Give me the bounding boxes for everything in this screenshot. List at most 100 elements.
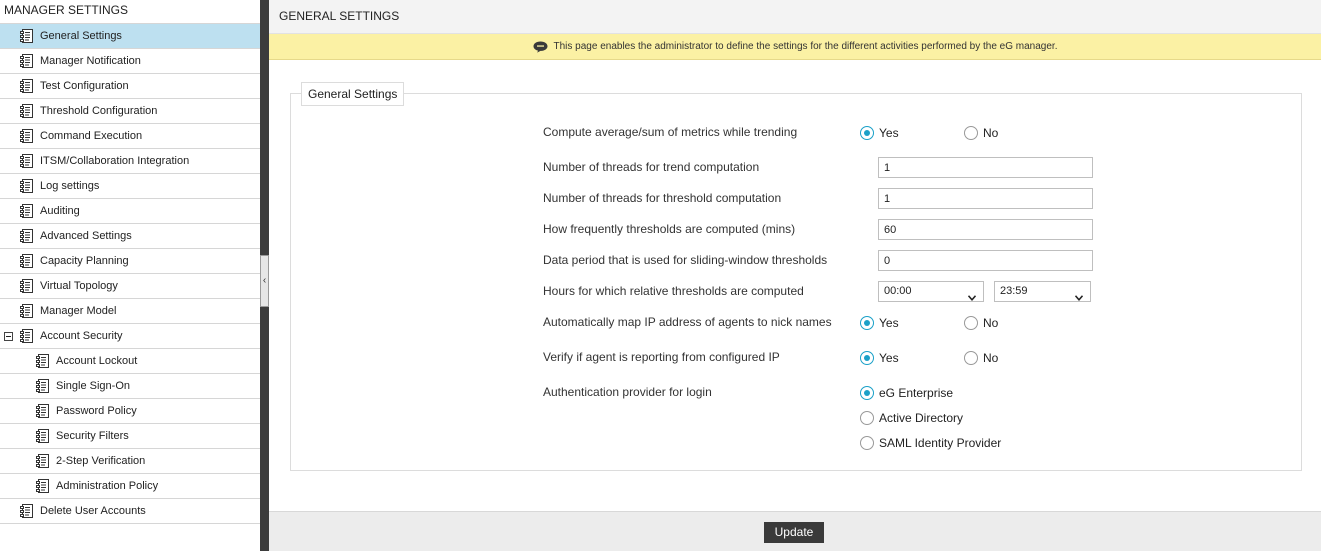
- sidebar-item-general-settings[interactable]: General Settings: [0, 24, 260, 49]
- document-icon: [20, 278, 35, 297]
- sidebar-item-label: Auditing: [40, 205, 80, 217]
- sidebar-item-security-filters[interactable]: Security Filters: [0, 424, 260, 449]
- map-ip-label: Automatically map IP address of agents t…: [543, 315, 832, 329]
- trending-yes-radio[interactable]: Yes: [860, 126, 899, 140]
- sidebar-item-label: Administration Policy: [56, 480, 159, 492]
- sidebar-item-label: Threshold Configuration: [40, 105, 158, 117]
- sidebar-item-label: 2-Step Verification: [56, 455, 146, 467]
- threshold-threads-label: Number of threads for threshold computat…: [543, 191, 782, 205]
- relative-hours-label: Hours for which relative thresholds are …: [543, 284, 804, 298]
- sidebar-item-manager-notification[interactable]: Manager Notification: [0, 49, 260, 74]
- sidebar-item-label: Manager Notification: [40, 55, 141, 67]
- sidebar-item-label: Account Security: [40, 330, 123, 342]
- document-icon: [20, 203, 35, 222]
- document-icon: [20, 328, 35, 347]
- update-button[interactable]: Update: [764, 522, 824, 543]
- document-icon: [20, 103, 35, 122]
- verify-ip-yes-radio[interactable]: Yes: [860, 351, 899, 365]
- sidebar-item-label: Log settings: [40, 180, 100, 192]
- relative-hours-from-select[interactable]: 00:00: [878, 281, 984, 302]
- threshold-frequency-input[interactable]: [878, 219, 1093, 240]
- sidebar-item-2-step-verification[interactable]: 2-Step Verification: [0, 449, 260, 474]
- document-icon: [20, 153, 35, 172]
- document-icon: [36, 478, 51, 497]
- sidebar-title: MANAGER SETTINGS: [0, 0, 260, 24]
- radio-label: Yes: [879, 126, 899, 140]
- sidebar-item-label: Delete User Accounts: [40, 505, 146, 517]
- sidebar-item-test-configuration[interactable]: Test Configuration: [0, 74, 260, 99]
- radio-circle: [964, 316, 978, 330]
- trending-label: Compute average/sum of metrics while tre…: [543, 125, 798, 139]
- radio-circle: [964, 126, 978, 140]
- document-icon: [36, 428, 51, 447]
- radio-circle: [860, 436, 874, 450]
- sidebar-splitter[interactable]: ‹: [260, 0, 269, 551]
- sidebar-item-single-sign-on[interactable]: Single Sign-On: [0, 374, 260, 399]
- collapse-sidebar-handle[interactable]: ‹: [260, 255, 269, 307]
- verify-ip-label: Verify if agent is reporting from config…: [543, 350, 780, 364]
- sidebar-item-capacity-planning[interactable]: Capacity Planning: [0, 249, 260, 274]
- map-ip-yes-radio[interactable]: Yes: [860, 316, 899, 330]
- auth-active-directory-radio[interactable]: Active Directory: [860, 411, 963, 425]
- trend-threads-label: Number of threads for trend computation: [543, 160, 760, 174]
- relative-hours-to-select[interactable]: 23:59: [994, 281, 1091, 302]
- general-settings-panel: General Settings Compute average/sum of …: [290, 82, 1302, 471]
- radio-label: Yes: [879, 351, 899, 365]
- radio-label: No: [983, 126, 999, 140]
- radio-label: eG Enterprise: [879, 386, 954, 400]
- map-ip-no-radio[interactable]: No: [964, 316, 998, 330]
- auth-eg-enterprise-radio[interactable]: eG Enterprise: [860, 386, 953, 400]
- threshold-frequency-label: How frequently thresholds are computed (…: [543, 222, 796, 236]
- sidebar-item-label: Password Policy: [56, 405, 137, 417]
- radio-circle: [860, 316, 874, 330]
- radio-label: No: [983, 316, 999, 330]
- sidebar-item-itsm-collaboration-integration[interactable]: ITSM/Collaboration Integration: [0, 149, 260, 174]
- radio-label: SAML Identity Provider: [879, 436, 1002, 450]
- sidebar-item-account-security[interactable]: Account Security: [0, 324, 260, 349]
- sidebar-item-delete-user-accounts[interactable]: Delete User Accounts: [0, 499, 260, 524]
- sidebar-item-label: Account Lockout: [56, 355, 138, 367]
- sliding-window-input[interactable]: [878, 250, 1093, 271]
- document-icon: [36, 403, 51, 422]
- sidebar-item-threshold-configuration[interactable]: Threshold Configuration: [0, 99, 260, 124]
- sidebar-item-advanced-settings[interactable]: Advanced Settings: [0, 224, 260, 249]
- sidebar-item-log-settings[interactable]: Log settings: [0, 174, 260, 199]
- document-icon: [20, 303, 35, 322]
- sidebar-item-command-execution[interactable]: Command Execution: [0, 124, 260, 149]
- threshold-threads-input[interactable]: [878, 188, 1093, 209]
- page-title: GENERAL SETTINGS: [269, 0, 1321, 34]
- document-icon: [36, 353, 51, 372]
- radio-circle: [964, 351, 978, 365]
- radio-circle: [860, 126, 874, 140]
- trend-threads-input[interactable]: [878, 157, 1093, 178]
- sidebar-item-label: Command Execution: [40, 130, 143, 142]
- document-icon: [20, 253, 35, 272]
- auth-saml-radio[interactable]: SAML Identity Provider: [860, 436, 1001, 450]
- verify-ip-no-radio[interactable]: No: [964, 351, 998, 365]
- document-icon: [20, 78, 35, 97]
- document-icon: [36, 378, 51, 397]
- sliding-window-label: Data period that is used for sliding-win…: [543, 253, 828, 267]
- document-icon: [20, 128, 35, 147]
- document-icon: [36, 453, 51, 472]
- chevron-down-icon: [967, 289, 977, 301]
- info-banner-text: This page enables the administrator to d…: [553, 41, 1058, 52]
- sidebar-item-label: General Settings: [40, 30, 122, 42]
- sidebar-item-label: Test Configuration: [40, 80, 129, 92]
- sidebar-item-auditing[interactable]: Auditing: [0, 199, 260, 224]
- document-icon: [20, 178, 35, 197]
- collapse-toggle-icon[interactable]: [4, 332, 13, 341]
- sidebar-item-label: Virtual Topology: [40, 280, 118, 292]
- sidebar-item-label: Capacity Planning: [40, 255, 129, 267]
- sidebar-item-password-policy[interactable]: Password Policy: [0, 399, 260, 424]
- radio-circle: [860, 351, 874, 365]
- document-icon: [20, 503, 35, 522]
- sidebar-item-virtual-topology[interactable]: Virtual Topology: [0, 274, 260, 299]
- radio-label: No: [983, 351, 999, 365]
- chat-bubble-icon: [533, 41, 548, 53]
- trending-no-radio[interactable]: No: [964, 126, 998, 140]
- sidebar-item-account-lockout[interactable]: Account Lockout: [0, 349, 260, 374]
- document-icon: [20, 28, 35, 47]
- sidebar-item-administration-policy[interactable]: Administration Policy: [0, 474, 260, 499]
- sidebar-item-manager-model[interactable]: Manager Model: [0, 299, 260, 324]
